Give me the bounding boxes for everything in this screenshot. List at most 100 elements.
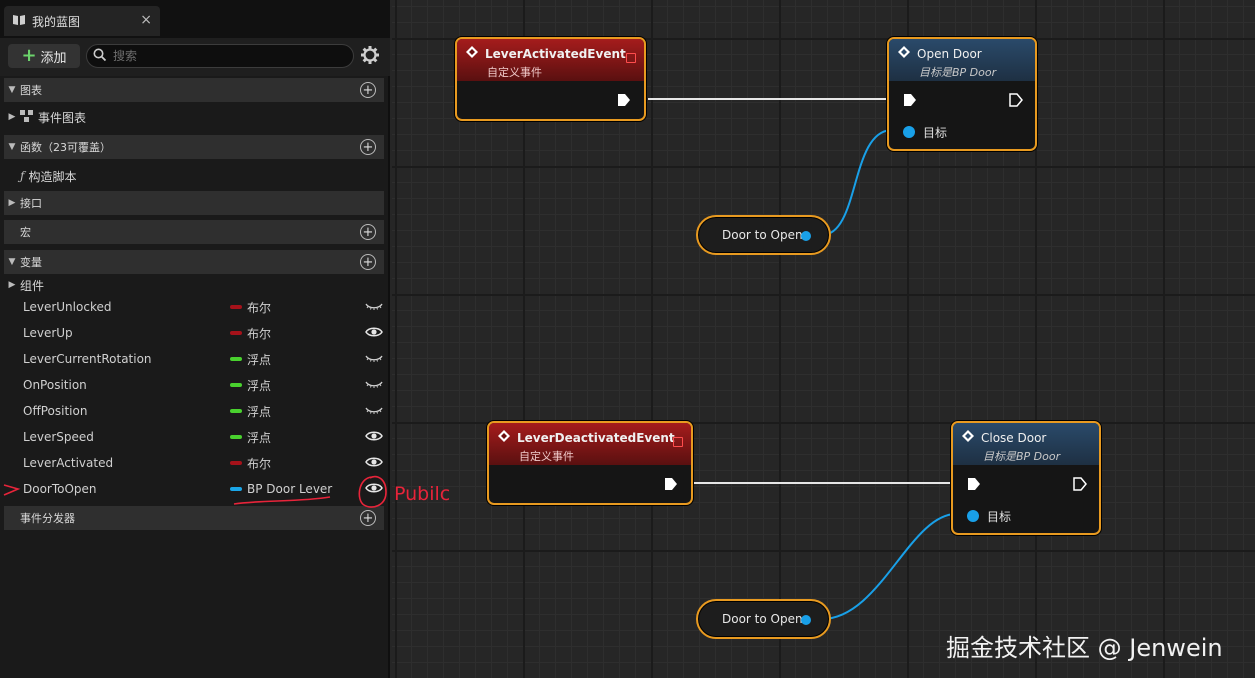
variable-row[interactable]: OffPosition 浮点 bbox=[4, 399, 384, 423]
node-header: Close Door 目标是BP Door bbox=[953, 423, 1099, 465]
variable-type[interactable]: 布尔 bbox=[247, 455, 271, 472]
expand-arrow-icon: ▶ bbox=[8, 112, 16, 122]
section-functions[interactable]: ▼ 函数（23可覆盖） + bbox=[4, 135, 384, 159]
collapse-arrow-icon: ▼ bbox=[8, 257, 16, 267]
eye-open-icon[interactable] bbox=[365, 429, 383, 446]
add-button[interactable]: + 添加 bbox=[8, 44, 80, 68]
variable-row[interactable]: LeverCurrentRotation 浮点 bbox=[4, 347, 384, 371]
variable-row[interactable]: LeverUp 布尔 bbox=[4, 321, 384, 345]
exec-in-pin-icon[interactable] bbox=[903, 93, 917, 110]
public-annotation: Pubilc bbox=[394, 483, 451, 505]
tab-my-blueprint[interactable]: 我的蓝图 × bbox=[4, 6, 160, 36]
node-subtitle: 自定义事件 bbox=[487, 66, 542, 79]
exec-out-pin-icon[interactable] bbox=[1073, 477, 1087, 494]
section-label: 宏 bbox=[20, 226, 31, 239]
node-lever-deactivated-event[interactable]: LeverDeactivatedEvent 自定义事件 bbox=[487, 421, 693, 505]
gear-icon[interactable] bbox=[360, 45, 380, 68]
variable-type[interactable]: BP Door Lever bbox=[247, 482, 332, 496]
eye-closed-icon[interactable] bbox=[365, 351, 383, 368]
search-icon bbox=[93, 48, 107, 65]
variable-row[interactable]: LeverUnlocked 布尔 bbox=[4, 295, 384, 319]
variable-node-label: Door to Open bbox=[722, 612, 803, 626]
collapse-arrow-icon: ▼ bbox=[8, 142, 16, 152]
target-pin-label: 目标 bbox=[987, 510, 1012, 524]
node-header: LeverDeactivatedEvent 自定义事件 bbox=[489, 423, 691, 465]
expand-arrow-icon: ▶ bbox=[8, 198, 16, 208]
eye-open-icon[interactable] bbox=[365, 325, 383, 342]
variable-node-door-to-open[interactable]: Door to Open bbox=[696, 215, 831, 255]
tab-bar: 我的蓝图 × bbox=[0, 0, 390, 38]
delegate-pin-icon[interactable] bbox=[626, 53, 636, 63]
eye-closed-icon[interactable] bbox=[365, 403, 383, 420]
variable-type[interactable]: 布尔 bbox=[247, 325, 271, 342]
variable-type-color-icon bbox=[230, 305, 242, 309]
add-variable-icon[interactable]: + bbox=[360, 254, 376, 270]
exec-out-pin-icon[interactable] bbox=[1009, 93, 1023, 110]
variable-node-label: Door to Open bbox=[722, 228, 803, 242]
variable-row[interactable]: OnPosition 浮点 bbox=[4, 373, 384, 397]
watermark: 掘金技术社区 @ Jenwein bbox=[946, 634, 1223, 662]
section-interfaces[interactable]: ▶ 接口 bbox=[4, 191, 384, 215]
variable-row[interactable]: LeverSpeed 浮点 bbox=[4, 425, 384, 449]
variable-type-color-icon bbox=[230, 461, 242, 465]
add-button-label: 添加 bbox=[40, 50, 67, 66]
variable-name: LeverUp bbox=[23, 326, 73, 340]
function-icon: ƒ bbox=[20, 169, 25, 183]
add-dispatcher-icon[interactable]: + bbox=[360, 510, 376, 526]
exec-out-pin-icon[interactable] bbox=[617, 93, 631, 110]
tree-item-event-graph[interactable]: ▶ 事件图表 bbox=[4, 105, 384, 129]
exec-in-pin-icon[interactable] bbox=[967, 477, 981, 494]
variable-row[interactable]: LeverActivated 布尔 bbox=[4, 451, 384, 475]
event-diamond-icon bbox=[497, 429, 511, 446]
section-event-dispatchers[interactable]: 事件分发器 + bbox=[4, 506, 384, 530]
eye-open-icon[interactable] bbox=[365, 455, 383, 472]
section-macros[interactable]: 宏 + bbox=[4, 220, 384, 244]
variable-type[interactable]: 浮点 bbox=[247, 403, 271, 420]
tree-item-construction-script[interactable]: ƒ 构造脚本 bbox=[4, 164, 384, 188]
variable-type[interactable]: 浮点 bbox=[247, 429, 271, 446]
variable-name: DoorToOpen bbox=[23, 482, 97, 496]
eye-closed-icon[interactable] bbox=[365, 299, 383, 316]
toolbar: + 添加 bbox=[0, 38, 390, 76]
eye-open-icon[interactable] bbox=[365, 481, 383, 498]
close-icon[interactable]: × bbox=[140, 12, 152, 28]
node-close-door[interactable]: Close Door 目标是BP Door 目标 bbox=[951, 421, 1101, 535]
tree-item-components[interactable]: ▶ 组件 bbox=[4, 273, 384, 297]
add-function-icon[interactable]: + bbox=[360, 139, 376, 155]
section-label: 图表 bbox=[20, 84, 42, 97]
plus-icon: + bbox=[21, 45, 37, 66]
variable-name: LeverActivated bbox=[23, 456, 114, 470]
search-input[interactable] bbox=[113, 49, 333, 63]
section-label: 接口 bbox=[20, 197, 42, 210]
variable-type[interactable]: 布尔 bbox=[247, 299, 271, 316]
exec-out-pin-icon[interactable] bbox=[664, 477, 678, 494]
variable-type-color-icon bbox=[230, 331, 242, 335]
collapse-arrow-icon: ▼ bbox=[8, 85, 16, 95]
function-diamond-icon bbox=[961, 429, 975, 446]
section-graphs[interactable]: ▼ 图表 + bbox=[4, 78, 384, 102]
eye-closed-icon[interactable] bbox=[365, 377, 383, 394]
object-out-pin-icon[interactable] bbox=[801, 615, 811, 625]
node-title: LeverActivatedEvent bbox=[485, 46, 626, 61]
node-title: Open Door bbox=[917, 46, 982, 61]
search-box[interactable] bbox=[86, 44, 354, 68]
target-pin-label: 目标 bbox=[923, 126, 948, 140]
section-label: 变量 bbox=[20, 256, 42, 269]
variable-type[interactable]: 浮点 bbox=[247, 351, 271, 368]
node-subtitle: 自定义事件 bbox=[519, 450, 574, 463]
variable-row[interactable]: DoorToOpen BP Door Lever bbox=[4, 477, 384, 501]
tree-item-label: 事件图表 bbox=[38, 110, 87, 125]
delegate-pin-icon[interactable] bbox=[673, 437, 683, 447]
variable-type[interactable]: 浮点 bbox=[247, 377, 271, 394]
variable-type-color-icon bbox=[230, 435, 242, 439]
variable-node-door-to-open[interactable]: Door to Open bbox=[696, 599, 831, 639]
node-lever-activated-event[interactable]: LeverActivatedEvent 自定义事件 bbox=[455, 37, 646, 121]
add-macro-icon[interactable]: + bbox=[360, 224, 376, 240]
target-pin-icon[interactable] bbox=[967, 510, 979, 522]
node-open-door[interactable]: Open Door 目标是BP Door 目标 bbox=[887, 37, 1037, 151]
add-graph-icon[interactable]: + bbox=[360, 82, 376, 98]
section-variables[interactable]: ▼ 变量 + bbox=[4, 250, 384, 274]
event-diamond-icon bbox=[465, 45, 479, 62]
object-out-pin-icon[interactable] bbox=[801, 231, 811, 241]
target-pin-icon[interactable] bbox=[903, 126, 915, 138]
